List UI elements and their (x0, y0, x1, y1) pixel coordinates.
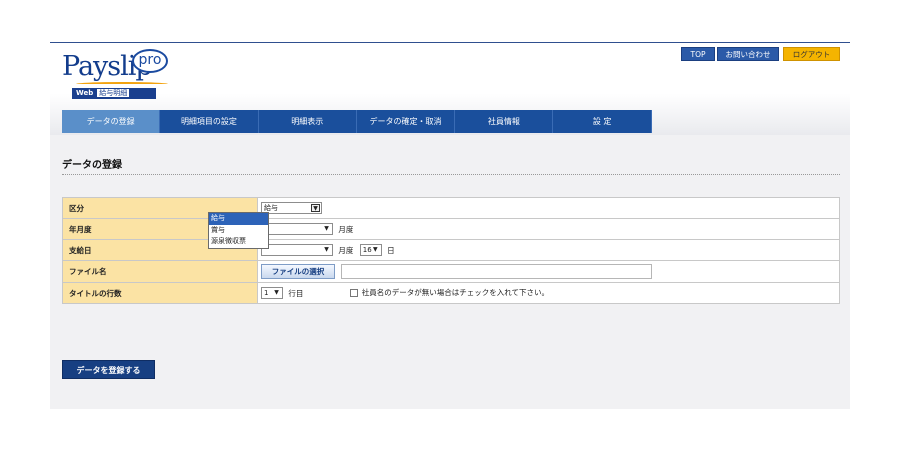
main-nav: データの登録 明細項目の設定 明細表示 データの確定・取消 社員情報 設 定 (62, 110, 652, 133)
pay-date-month-select[interactable]: ▼ (261, 244, 333, 256)
tab-statement-view[interactable]: 明細表示 (258, 110, 357, 133)
chevron-down-icon: ▼ (324, 246, 329, 253)
dropdown-option-salary[interactable]: 給与 (209, 213, 268, 225)
file-name-field[interactable] (341, 264, 652, 279)
page-title: データの登録 (62, 160, 122, 171)
main-content: データの登録 区分 給与 ▼ 年月度 ▼ 月度 支給日 ▼ 月度 16 ▼ 日 … (50, 135, 850, 409)
title-rows-unit: 行目 (288, 288, 304, 298)
logo-badge: pro (132, 49, 168, 73)
year-month-unit: 月度 (338, 224, 354, 234)
tab-employee-info[interactable]: 社員情報 (455, 110, 554, 133)
chevron-down-icon: ▼ (311, 204, 320, 212)
form-row-year-month: 年月度 ▼ 月度 (62, 218, 840, 240)
payslip-logo[interactable]: Payslip pro Web 給与明細 (62, 49, 174, 99)
pay-date-day-unit: 日 (387, 245, 395, 255)
dropdown-option-bonus[interactable]: 賞与 (209, 225, 268, 237)
dropdown-option-withholding[interactable]: 源泉徴収票 (209, 236, 268, 248)
choose-file-button[interactable]: ファイルの選択 (261, 264, 335, 279)
logo-swoosh (76, 82, 168, 86)
chevron-down-icon: ▼ (324, 225, 329, 232)
title-rows-select[interactable]: 1 ▼ (261, 287, 283, 299)
contact-button[interactable]: お問い合わせ (717, 47, 779, 61)
pay-date-month-unit: 月度 (338, 245, 354, 255)
no-employee-name-checkbox[interactable] (349, 289, 358, 297)
form-row-category: 区分 給与 ▼ (62, 197, 840, 219)
checkbox-label: 社員名のデータが無い場合はチェックを入れて下さい。 (361, 288, 550, 297)
register-data-button[interactable]: データを登録する (62, 360, 155, 379)
form-row-file: ファイル名 ファイルの選択 (62, 260, 840, 283)
year-month-select[interactable]: ▼ (261, 223, 333, 235)
title-divider (62, 174, 840, 175)
tab-settings[interactable]: 設 定 (553, 110, 652, 133)
category-dropdown-list: 給与 賞与 源泉徴収票 (208, 212, 269, 249)
header: Payslip pro Web 給与明細 TOP お問い合わせ ログアウト データ… (50, 43, 850, 135)
pay-date-day-select[interactable]: 16 ▼ (359, 244, 382, 256)
file-label: ファイル名 (62, 260, 258, 283)
upload-form: 区分 給与 ▼ 年月度 ▼ 月度 支給日 ▼ 月度 16 ▼ 日 ファイル名 フ… (62, 197, 840, 304)
category-select[interactable]: 給与 ▼ (261, 202, 322, 214)
tab-data-confirm[interactable]: データの確定・取消 (356, 110, 456, 133)
form-row-title-rows: タイトルの行数 1 ▼ 行目 社員名のデータが無い場合はチェックを入れて下さい。 (62, 282, 840, 304)
logout-button[interactable]: ログアウト (783, 47, 840, 61)
tab-item-settings[interactable]: 明細項目の設定 (160, 110, 259, 133)
top-button[interactable]: TOP (681, 47, 715, 61)
form-row-pay-date: 支給日 ▼ 月度 16 ▼ 日 (62, 239, 840, 261)
app-window: Payslip pro Web 給与明細 TOP お問い合わせ ログアウト データ… (50, 42, 850, 409)
title-rows-label: タイトルの行数 (62, 282, 258, 304)
chevron-down-icon: ▼ (372, 246, 378, 253)
tab-data-register[interactable]: データの登録 (62, 110, 161, 133)
logo-subtitle: Web 給与明細 (72, 88, 156, 99)
chevron-down-icon: ▼ (274, 289, 279, 296)
